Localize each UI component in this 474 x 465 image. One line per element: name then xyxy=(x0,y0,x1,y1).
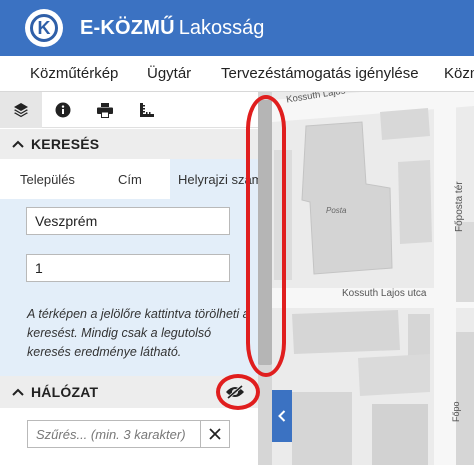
panel-toolbar xyxy=(0,92,258,128)
layers-icon xyxy=(14,103,28,118)
app-title: E-KÖZMŰ Lakosság xyxy=(80,17,264,40)
search-form: Veszprém 1 A térképen a jelölőre kattint… xyxy=(0,199,258,376)
app-logo[interactable]: K xyxy=(25,9,63,47)
chevron-left-icon xyxy=(278,410,286,422)
menu-item-kozmuterkep[interactable]: Közműtérkép xyxy=(30,65,118,82)
app-subtitle: Lakosság xyxy=(178,17,265,39)
network-filter xyxy=(27,420,230,448)
tab-telepules[interactable]: Település xyxy=(0,159,86,199)
menu-item-tervezestamogatas[interactable]: Tervezéstámogatás igénylése xyxy=(221,65,419,82)
menu-item-ugytar[interactable]: Ügytár xyxy=(147,65,191,82)
left-panel: KERESÉS Település Cím Helyrajzi szám Ves… xyxy=(0,92,258,465)
print-button[interactable] xyxy=(84,92,126,128)
info-button[interactable] xyxy=(42,92,84,128)
layers-button[interactable] xyxy=(0,92,42,128)
eye-off-icon xyxy=(226,385,244,399)
search-hint: A térképen a jelölőre kattintva törölhet… xyxy=(27,307,250,359)
app-header: K E-KÖZMŰ Lakosság xyxy=(0,0,474,56)
measure-button[interactable] xyxy=(126,92,168,128)
network-section-title: HÁLÓZAT xyxy=(31,384,99,400)
search-section-header[interactable]: KERESÉS xyxy=(0,129,258,159)
print-icon xyxy=(97,102,113,118)
clear-filter-button[interactable] xyxy=(200,421,229,447)
close-icon xyxy=(209,428,221,440)
info-icon xyxy=(55,102,71,118)
network-section-header[interactable]: HÁLÓZAT xyxy=(0,376,258,408)
map-label-street-mid: Kossuth Lajos utca xyxy=(342,288,427,299)
tab-helyrajzi-szam[interactable]: Helyrajzi szám xyxy=(170,159,258,199)
menu-item-kozm[interactable]: Közm xyxy=(444,65,474,82)
search-section-title: KERESÉS xyxy=(31,136,100,152)
visibility-toggle[interactable] xyxy=(224,384,246,400)
map-label-posta: Posta xyxy=(326,206,347,215)
settlement-field[interactable]: Veszprém xyxy=(26,207,230,235)
panel-scrollbar-thumb[interactable] xyxy=(258,100,272,365)
app-brand: E-KÖZMŰ xyxy=(80,17,175,39)
collapse-panel-button[interactable] xyxy=(272,390,292,442)
search-tabs: Település Cím Helyrajzi szám xyxy=(0,159,258,199)
parcel-number-field[interactable]: 1 xyxy=(26,254,230,282)
map-label-square: Főposta tér xyxy=(454,181,465,232)
network-filter-input[interactable] xyxy=(28,421,200,447)
map-label-square-bottom: Főpo xyxy=(451,401,461,422)
logo-letter: K xyxy=(30,14,58,42)
main-menu: Közműtérkép Ügytár Tervezéstámogatás igé… xyxy=(0,56,474,92)
measure-icon xyxy=(140,103,154,117)
chevron-up-icon xyxy=(11,137,25,151)
tab-cim[interactable]: Cím xyxy=(86,159,170,199)
chevron-up-icon xyxy=(11,385,25,399)
